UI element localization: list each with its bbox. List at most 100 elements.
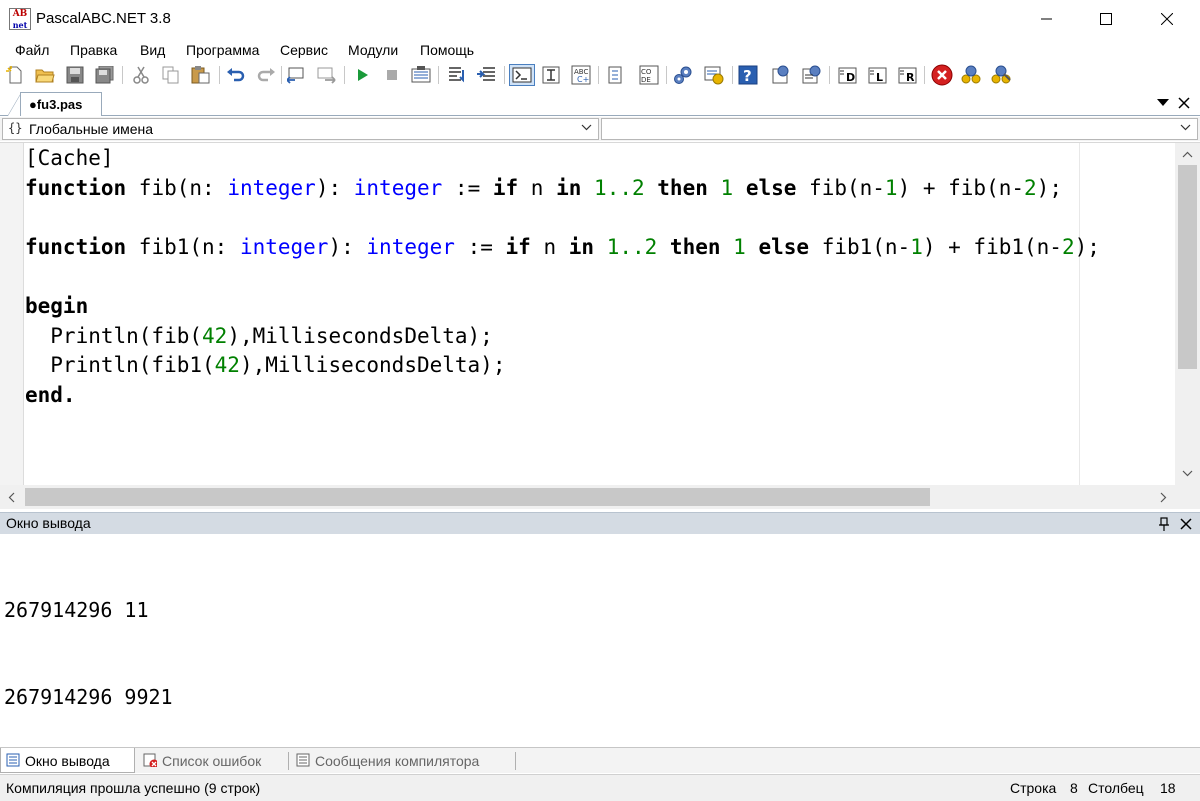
code-line[interactable]: function fib1(n: integer): integer := if…: [25, 233, 1100, 263]
scroll-right-arrow[interactable]: [1158, 491, 1168, 503]
svg-text:DE: DE: [641, 76, 651, 84]
output-text: 267914296 11 267914296 9921: [4, 538, 173, 770]
line-numbers-button[interactable]: [604, 64, 626, 86]
compile-button[interactable]: [410, 64, 432, 86]
abc-button[interactable]: ABC C+: [570, 64, 592, 86]
paste-button[interactable]: [190, 64, 212, 86]
abc-icon: ABCC+: [571, 65, 591, 85]
output-line: 267914296 11: [4, 598, 149, 622]
debug-settings-button[interactable]: [703, 64, 725, 86]
replace-icon: [317, 67, 336, 84]
tab-error-list[interactable]: Список ошибок: [138, 748, 286, 773]
code-text[interactable]: [Cache] function fib(n: integer): integer…: [25, 144, 1100, 410]
tab-output-window[interactable]: Окно вывода: [0, 748, 135, 773]
step-into-icon: [477, 67, 495, 81]
tab-list-button[interactable]: [1155, 95, 1171, 111]
scroll-up-arrow[interactable]: [1181, 149, 1193, 159]
code-line[interactable]: [Cache]: [25, 144, 1100, 174]
plugin-icon: [772, 65, 789, 84]
step-r-button[interactable]: R: [896, 64, 918, 86]
settings-button[interactable]: [673, 64, 695, 86]
menu-bar: Файл Правка Вид Программа Сервис Модули …: [0, 38, 1200, 62]
error-stop-button[interactable]: [931, 64, 953, 86]
save-all-button[interactable]: [94, 64, 116, 86]
tab-separator: [515, 752, 516, 770]
toolbar-separator: [219, 66, 220, 84]
code-line[interactable]: [25, 262, 1100, 292]
code-keyword: begin: [25, 293, 89, 318]
replace-button[interactable]: [316, 64, 338, 86]
close-tab-button[interactable]: [1176, 95, 1192, 111]
code-keyword: in: [568, 234, 595, 259]
step-d-button[interactable]: D: [836, 64, 858, 86]
code-token: Println(fib(: [25, 323, 203, 348]
format-code-button[interactable]: [540, 64, 562, 86]
find-class-button[interactable]: [961, 64, 983, 86]
scroll-left-arrow[interactable]: [6, 491, 16, 503]
new-file-button[interactable]: [4, 64, 26, 86]
menu-edit[interactable]: Правка: [70, 42, 117, 58]
menu-modules[interactable]: Модули: [348, 42, 398, 58]
cut-button[interactable]: [130, 64, 152, 86]
stop-button[interactable]: [381, 64, 403, 86]
code-line[interactable]: [25, 203, 1100, 233]
toolbar-separator: [504, 66, 505, 84]
copy-button[interactable]: [160, 64, 182, 86]
menu-help[interactable]: Помощь: [420, 42, 474, 58]
step-l-button[interactable]: L: [866, 64, 888, 86]
undo-button[interactable]: [225, 64, 247, 86]
horizontal-scrollbar[interactable]: [0, 485, 1175, 509]
code-line[interactable]: Println(fib(42),MillisecondsDelta);: [25, 322, 1100, 352]
svg-text:?: ?: [743, 67, 752, 85]
code-template-button[interactable]: CO DE: [638, 64, 660, 86]
code-keyword: in: [556, 175, 582, 200]
run-button[interactable]: [351, 64, 373, 86]
toolbar-separator: [281, 66, 282, 84]
menu-file[interactable]: Файл: [15, 42, 49, 58]
find-button[interactable]: [286, 64, 308, 86]
menu-program[interactable]: Программа: [186, 42, 259, 58]
step-over-button[interactable]: [446, 64, 468, 86]
code-line[interactable]: end.: [25, 381, 1100, 411]
find-class2-button[interactable]: [991, 64, 1013, 86]
code-number: 1..2: [594, 175, 645, 200]
scroll-down-arrow[interactable]: [1181, 468, 1193, 478]
save-icon: [66, 66, 84, 84]
chevron-right-icon: [1160, 492, 1166, 502]
plugin-button[interactable]: [771, 64, 793, 86]
redo-button[interactable]: [255, 64, 277, 86]
close-window-button[interactable]: [1144, 0, 1190, 38]
vertical-scroll-thumb[interactable]: [1178, 165, 1197, 369]
global-names-combobox[interactable]: {} Глобальные имена: [2, 118, 599, 140]
output-line: 267914296 9921: [4, 685, 173, 709]
tab-compiler-messages[interactable]: Сообщения компилятора: [291, 748, 513, 773]
vertical-scrollbar[interactable]: [1175, 143, 1200, 485]
settings-gear-icon: [674, 66, 692, 84]
status-column-value: 18: [1160, 780, 1176, 796]
pin-button[interactable]: [1155, 515, 1173, 533]
open-file-button[interactable]: [34, 64, 56, 86]
output-pane-title: Окно вывода: [6, 515, 91, 531]
maximize-button[interactable]: [1083, 0, 1129, 38]
console-window-button[interactable]: [509, 64, 535, 86]
code-line[interactable]: function fib(n: integer): integer := if …: [25, 174, 1100, 204]
code-editor[interactable]: [Cache] function fib(n: integer): integer…: [0, 142, 1200, 509]
menu-service[interactable]: Сервис: [280, 42, 328, 58]
step-into-button[interactable]: [476, 64, 498, 86]
code-line[interactable]: begin: [25, 292, 1100, 322]
close-output-button[interactable]: [1177, 515, 1195, 533]
tab-fu3-pas[interactable]: ●fu3.pas: [20, 92, 102, 116]
members-combobox[interactable]: [601, 118, 1198, 140]
plugin2-button[interactable]: [801, 64, 823, 86]
help-button[interactable]: ?: [737, 64, 759, 86]
horizontal-scroll-thumb[interactable]: [25, 488, 930, 506]
minimize-button[interactable]: [1024, 0, 1070, 38]
menu-view[interactable]: Вид: [140, 42, 165, 58]
save-button[interactable]: [64, 64, 86, 86]
code-token: ) + fib1(n-: [922, 234, 1062, 259]
code-line[interactable]: Println(fib1(42),MillisecondsDelta);: [25, 351, 1100, 381]
toolbar: ABC C+ CO DE ? D L R: [0, 62, 1200, 90]
output-window[interactable]: 267914296 11 267914296 9921: [0, 534, 1200, 746]
